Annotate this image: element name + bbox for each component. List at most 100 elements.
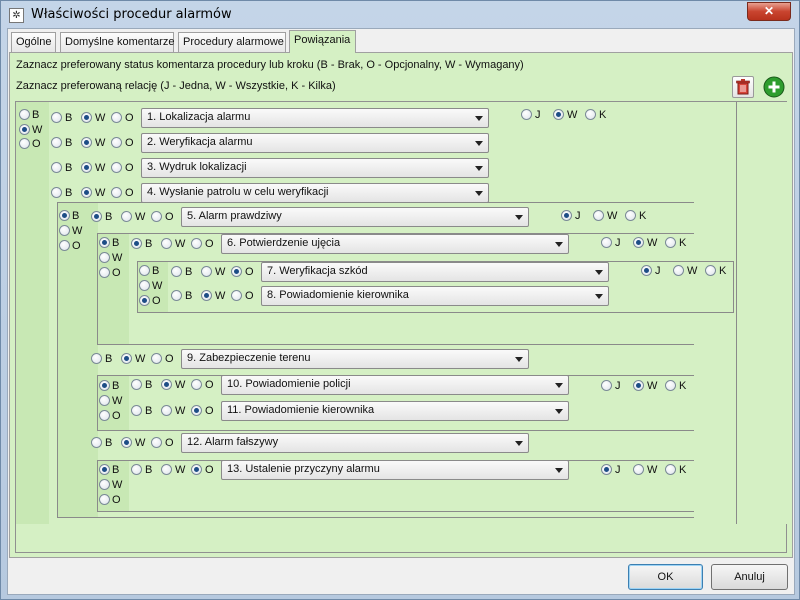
step-dropdown[interactable]: 7. Weryfikacja szkód [261, 262, 609, 282]
group-status-radio-o[interactable] [99, 267, 110, 278]
status-radio-o[interactable] [191, 379, 202, 390]
status-radio-label: O [125, 137, 134, 149]
status-radio-w[interactable] [81, 112, 92, 123]
group-status-radio-o[interactable] [19, 138, 30, 149]
group-status-radio-w[interactable] [99, 395, 110, 406]
close-button[interactable]: ✕ [747, 2, 791, 21]
step-dropdown[interactable]: 5. Alarm prawdziwy [181, 207, 529, 227]
status-radio-b[interactable] [131, 238, 142, 249]
relation-radio-j[interactable] [601, 380, 612, 391]
title-bar[interactable]: ✲ Właściwości procedur alarmów ✕ [1, 1, 799, 29]
cancel-button[interactable]: Anuluj [711, 564, 788, 590]
status-radio-o[interactable] [151, 353, 162, 364]
step-dropdown[interactable]: 8. Powiadomienie kierownika [261, 286, 609, 306]
status-radio-w[interactable] [121, 211, 132, 222]
relation-radio-j[interactable] [601, 464, 612, 475]
step-dropdown[interactable]: 11. Powiadomienie kierownika [221, 401, 569, 421]
status-radio-w[interactable] [81, 137, 92, 148]
status-radio-o[interactable] [151, 437, 162, 448]
group-status-radio-w[interactable] [59, 225, 70, 236]
tab-ogolne[interactable]: Ogólne [11, 32, 56, 52]
relation-radio-j[interactable] [641, 265, 652, 276]
tab-powiazania[interactable]: Powiązania [289, 30, 356, 53]
status-radio-w[interactable] [81, 187, 92, 198]
step-dropdown[interactable]: 13. Ustalenie przyczyny alarmu [221, 460, 569, 480]
group-status-radio-w[interactable] [99, 479, 110, 490]
group-status-radio-b[interactable] [139, 265, 150, 276]
step-dropdown[interactable]: 10. Powiadomienie policji [221, 375, 569, 395]
relation-radio-k[interactable] [665, 237, 676, 248]
relation-radio-k[interactable] [665, 464, 676, 475]
status-radio-w[interactable] [161, 464, 172, 475]
status-radio-w[interactable] [201, 266, 212, 277]
group-status-radio-b[interactable] [99, 380, 110, 391]
status-radio-w[interactable] [161, 379, 172, 390]
status-radio-b[interactable] [91, 211, 102, 222]
group-status-radio-b[interactable] [19, 109, 30, 120]
group-status-radio-w[interactable] [19, 123, 30, 135]
step-dropdown[interactable]: 12. Alarm fałszywy [181, 433, 529, 453]
relation-radio-w[interactable] [633, 380, 644, 391]
relation-radio-w[interactable] [593, 210, 604, 221]
status-radio-o[interactable] [111, 137, 122, 148]
relation-radio-j[interactable] [521, 109, 532, 120]
status-radio-o[interactable] [191, 238, 202, 249]
group-status-radio-b[interactable] [99, 464, 110, 475]
status-radio-w[interactable] [121, 353, 132, 364]
group-status-radio-b[interactable] [99, 237, 110, 248]
status-radio-o[interactable] [231, 266, 242, 277]
status-radio-o[interactable] [231, 290, 242, 301]
status-radio-o[interactable] [191, 405, 202, 416]
status-radio-o[interactable] [111, 187, 122, 198]
status-radio-b[interactable] [171, 290, 182, 301]
status-radio-b[interactable] [91, 437, 102, 448]
group-status-radio-o[interactable] [59, 240, 70, 251]
group-status-radio-w[interactable] [139, 280, 150, 291]
status-radio-b[interactable] [91, 353, 102, 364]
relation-radio-k[interactable] [585, 109, 596, 120]
status-radio-o[interactable] [111, 112, 122, 123]
status-radio-w[interactable] [161, 405, 172, 416]
status-radio-o[interactable] [111, 162, 122, 173]
ok-button[interactable]: OK [628, 564, 703, 590]
step-dropdown[interactable]: 2. Weryfikacja alarmu [141, 133, 489, 153]
relation-radio-k[interactable] [665, 380, 676, 391]
group-status-radio-b[interactable] [59, 210, 70, 221]
step-dropdown[interactable]: 6. Potwierdzenie ujęcia [221, 234, 569, 254]
status-radio-b[interactable] [131, 464, 142, 475]
status-radio-o[interactable] [151, 211, 162, 222]
relation-radio-k[interactable] [625, 210, 636, 221]
status-radio-b[interactable] [171, 266, 182, 277]
tab-domyslne-komentarze[interactable]: Domyślne komentarze [60, 32, 174, 52]
status-radio-w[interactable] [121, 437, 132, 448]
delete-button[interactable] [732, 76, 754, 98]
relation-radio-label: K [679, 464, 687, 476]
status-radio-w[interactable] [201, 290, 212, 301]
status-radio-b[interactable] [51, 162, 62, 173]
step-dropdown[interactable]: 1. Lokalizacja alarmu [141, 108, 489, 128]
status-radio-b[interactable] [51, 187, 62, 198]
relation-radio-w[interactable] [553, 109, 564, 120]
tab-procedury-alarmowe[interactable]: Procedury alarmowe [178, 32, 286, 52]
step-dropdown[interactable]: 9. Zabezpieczenie terenu [181, 349, 529, 369]
relation-radio-j[interactable] [601, 237, 612, 248]
relation-radio-w[interactable] [633, 464, 644, 475]
group-status-radio-w[interactable] [99, 252, 110, 263]
status-radio-o[interactable] [191, 464, 202, 475]
status-radio-b[interactable] [131, 405, 142, 416]
status-radio-w[interactable] [81, 162, 92, 173]
step-dropdown[interactable]: 3. Wydruk lokalizacji [141, 158, 489, 178]
relation-radio-j[interactable] [561, 210, 572, 221]
relation-radio-w[interactable] [633, 237, 644, 248]
relation-radio-w[interactable] [673, 265, 684, 276]
status-radio-w[interactable] [161, 238, 172, 249]
group-status-radio-o[interactable] [139, 295, 150, 306]
status-radio-b[interactable] [131, 379, 142, 390]
step-dropdown[interactable]: 4. Wysłanie patrolu w celu weryfikacji [141, 183, 489, 203]
add-button[interactable] [763, 76, 785, 98]
relation-radio-k[interactable] [705, 265, 716, 276]
group-status-radio-o[interactable] [99, 494, 110, 505]
group-status-radio-o[interactable] [99, 410, 110, 421]
status-radio-b[interactable] [51, 112, 62, 123]
status-radio-b[interactable] [51, 137, 62, 148]
